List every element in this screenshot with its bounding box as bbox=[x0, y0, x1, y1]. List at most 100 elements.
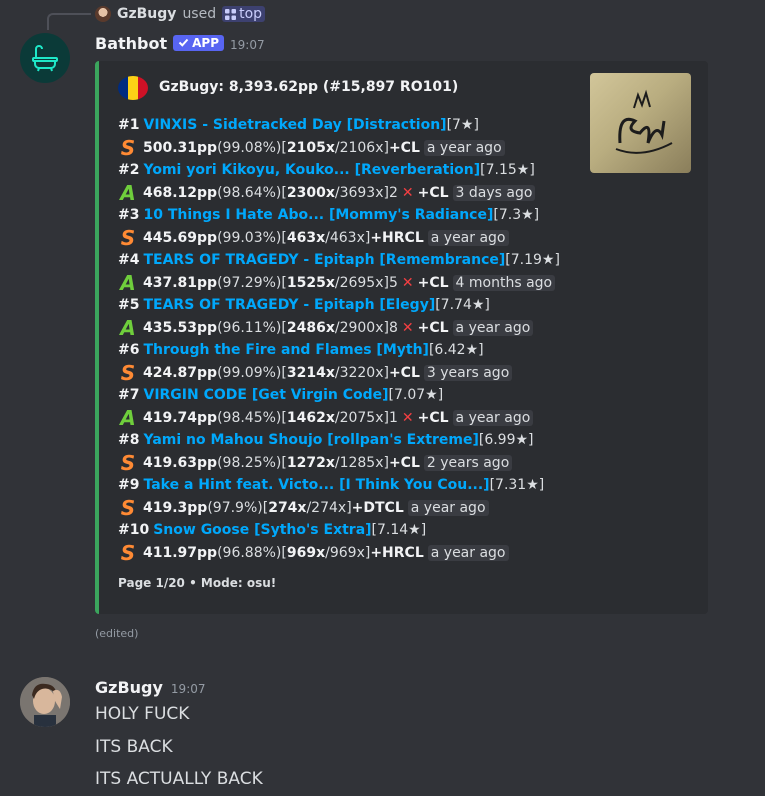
score-stats-row: S 419.3pp (97.9%) [274x/274x] +DTCL a year… bbox=[118, 496, 588, 520]
score-timestamp[interactable]: a year ago bbox=[452, 409, 534, 426]
score-pp: 419.63pp bbox=[143, 454, 218, 471]
app-command-icon bbox=[225, 8, 237, 20]
user-photo bbox=[20, 677, 70, 727]
score-pp: 411.97pp bbox=[143, 544, 218, 561]
star-rating: [7.14★] bbox=[371, 522, 427, 539]
beatmap-link[interactable]: Through the Fire and Flames [Myth] bbox=[143, 342, 428, 358]
top-plays-embed: GzBugy: 8,393.62pp (#15,897 RO101) #1 VIN… bbox=[95, 61, 708, 614]
score-rank: #7 bbox=[118, 387, 140, 404]
score-combo: 969x bbox=[286, 544, 326, 561]
score-timestamp[interactable]: a year ago bbox=[423, 139, 505, 156]
star-rating: [7.07★] bbox=[388, 387, 444, 404]
max-combo: /969x] bbox=[325, 544, 371, 561]
score-rank: #1 bbox=[118, 117, 140, 134]
score-title-row: #6 Through the Fire and Flames [Myth] [6.… bbox=[118, 339, 588, 362]
grade-s-icon: S bbox=[120, 360, 136, 385]
score-timestamp[interactable]: a year ago bbox=[427, 229, 509, 246]
score-mods: +CL bbox=[417, 409, 449, 426]
grade-s-icon: S bbox=[120, 135, 136, 160]
grade-s-icon: S bbox=[120, 450, 136, 475]
miss-count: 5 bbox=[388, 274, 398, 291]
score-combo: 2300x bbox=[286, 184, 335, 201]
score-rank: #8 bbox=[118, 432, 140, 449]
score-combo: 1462x bbox=[286, 409, 335, 426]
score-rank: #10 bbox=[118, 522, 150, 539]
beatmap-link[interactable]: TEARS OF TRAGEDY - Epitaph [Remembrance] bbox=[143, 252, 505, 268]
flag-stripe-yellow bbox=[128, 76, 138, 100]
star-rating: [7.31★] bbox=[489, 477, 545, 494]
timestamp[interactable]: 19:07 bbox=[230, 38, 265, 52]
score-title-row: #7 VIRGIN CODE [Get Virgin Code] [7.07★] bbox=[118, 384, 588, 407]
score-stats-row: A 419.74pp (98.45%) [1462x/2075x] 1 ✕ +CL a … bbox=[118, 406, 588, 430]
beatmap-link[interactable]: Yami no Mahou Shoujo [rollpan's Extreme] bbox=[143, 432, 478, 448]
score-title-row: #1 VINXIS - Sidetracked Day [Distraction]… bbox=[118, 114, 588, 137]
score-timestamp[interactable]: 3 days ago bbox=[452, 184, 536, 201]
score-pp: 437.81pp bbox=[143, 274, 218, 291]
score-title-row: #9 Take a Hint feat. Victo... [I Think Yo… bbox=[118, 474, 588, 497]
reply-username[interactable]: GzBugy bbox=[117, 6, 176, 22]
user-message-header: GzBugy 19:07 bbox=[95, 678, 206, 697]
score-accuracy: (99.09%) bbox=[217, 364, 282, 381]
grade-s-icon: S bbox=[120, 540, 136, 565]
reply-header[interactable]: GzBugy used top bbox=[95, 4, 266, 24]
score-stats-row: S 445.69pp (99.03%) [463x/463x] +HRCL a ye… bbox=[118, 226, 588, 250]
beatmap-link[interactable]: Yomi yori Kikoyu, Kouko... [Reverberatio… bbox=[143, 162, 480, 178]
beatmap-link[interactable]: VINXIS - Sidetracked Day [Distraction] bbox=[143, 117, 446, 133]
score-stats-row: S 424.87pp (99.09%) [3214x/3220x] +CL 3 ye… bbox=[118, 360, 588, 385]
star-rating: [7★] bbox=[446, 117, 479, 134]
romania-flag-icon bbox=[118, 76, 148, 100]
score-timestamp[interactable]: 3 years ago bbox=[423, 364, 513, 381]
beatmap-link[interactable]: VIRGIN CODE [Get Virgin Code] bbox=[143, 387, 388, 403]
max-combo: /2075x] bbox=[334, 409, 389, 426]
score-mods: +DTCL bbox=[351, 499, 404, 516]
score-timestamp[interactable]: a year ago bbox=[427, 544, 509, 561]
user-avatar[interactable] bbox=[20, 677, 70, 727]
score-rank: #6 bbox=[118, 342, 140, 359]
embed-thumbnail[interactable] bbox=[590, 73, 691, 173]
score-mods: +CL bbox=[417, 184, 449, 201]
score-pp: 419.3pp bbox=[143, 499, 208, 516]
checkmark-icon bbox=[178, 38, 189, 47]
max-combo: /2106x] bbox=[334, 139, 389, 156]
flag-stripe-blue bbox=[118, 76, 128, 100]
embed-author[interactable]: GzBugy: 8,393.62pp (#15,897 RO101) bbox=[159, 79, 458, 95]
beatmap-link[interactable]: 10 Things I Hate Abo... [Mommy's Radianc… bbox=[143, 207, 493, 223]
bathtub-icon bbox=[32, 45, 58, 72]
score-mods: +CL bbox=[417, 319, 449, 336]
slash-command[interactable]: top bbox=[222, 6, 266, 22]
beatmap-link[interactable]: TEARS OF TRAGEDY - Epitaph [Elegy] bbox=[143, 297, 435, 313]
max-combo: /2900x] bbox=[334, 319, 389, 336]
score-mods: +CL bbox=[388, 139, 420, 156]
score-timestamp[interactable]: a year ago bbox=[452, 319, 534, 336]
score-mods: +CL bbox=[388, 454, 420, 471]
score-rank: #2 bbox=[118, 162, 140, 179]
score-accuracy: (99.08%) bbox=[217, 139, 282, 156]
score-pp: 445.69pp bbox=[143, 229, 218, 246]
beatmap-link[interactable]: Snow Goose [Sytho's Extra] bbox=[153, 522, 371, 538]
user-timestamp[interactable]: 19:07 bbox=[171, 682, 206, 696]
bot-avatar[interactable] bbox=[20, 33, 70, 83]
score-timestamp[interactable]: 2 years ago bbox=[423, 454, 513, 471]
miss-count: 8 bbox=[388, 319, 398, 336]
score-title-row: #10 Snow Goose [Sytho's Extra] [7.14★] bbox=[118, 519, 588, 542]
star-rating: [6.99★] bbox=[478, 432, 534, 449]
score-combo: 274x bbox=[268, 499, 307, 516]
beatmap-link[interactable]: Take a Hint feat. Victo... [I Think You … bbox=[143, 477, 489, 493]
score-accuracy: (96.11%) bbox=[217, 319, 282, 336]
miss-icon: ✕ bbox=[401, 274, 414, 291]
score-combo: 2105x bbox=[286, 139, 335, 156]
score-pp: 500.31pp bbox=[143, 139, 218, 156]
score-stats-row: S 411.97pp (96.88%) [969x/969x] +HRCL a ye… bbox=[118, 540, 588, 565]
score-timestamp[interactable]: 4 months ago bbox=[452, 274, 556, 291]
score-mods: +HRCL bbox=[370, 229, 424, 246]
message-line: ITS BACK bbox=[95, 737, 173, 757]
message-line: HOLY FUCK bbox=[95, 704, 190, 724]
user-username[interactable]: GzBugy bbox=[95, 678, 163, 697]
score-combo: 463x bbox=[286, 229, 326, 246]
embed-footer: Page 1/20 • Mode: osu! bbox=[118, 576, 277, 590]
reply-avatar[interactable] bbox=[95, 6, 111, 22]
bot-username[interactable]: Bathbot bbox=[95, 34, 167, 53]
score-timestamp[interactable]: a year ago bbox=[407, 499, 489, 516]
grade-a-icon: A bbox=[120, 270, 136, 295]
max-combo: /3220x] bbox=[334, 364, 389, 381]
